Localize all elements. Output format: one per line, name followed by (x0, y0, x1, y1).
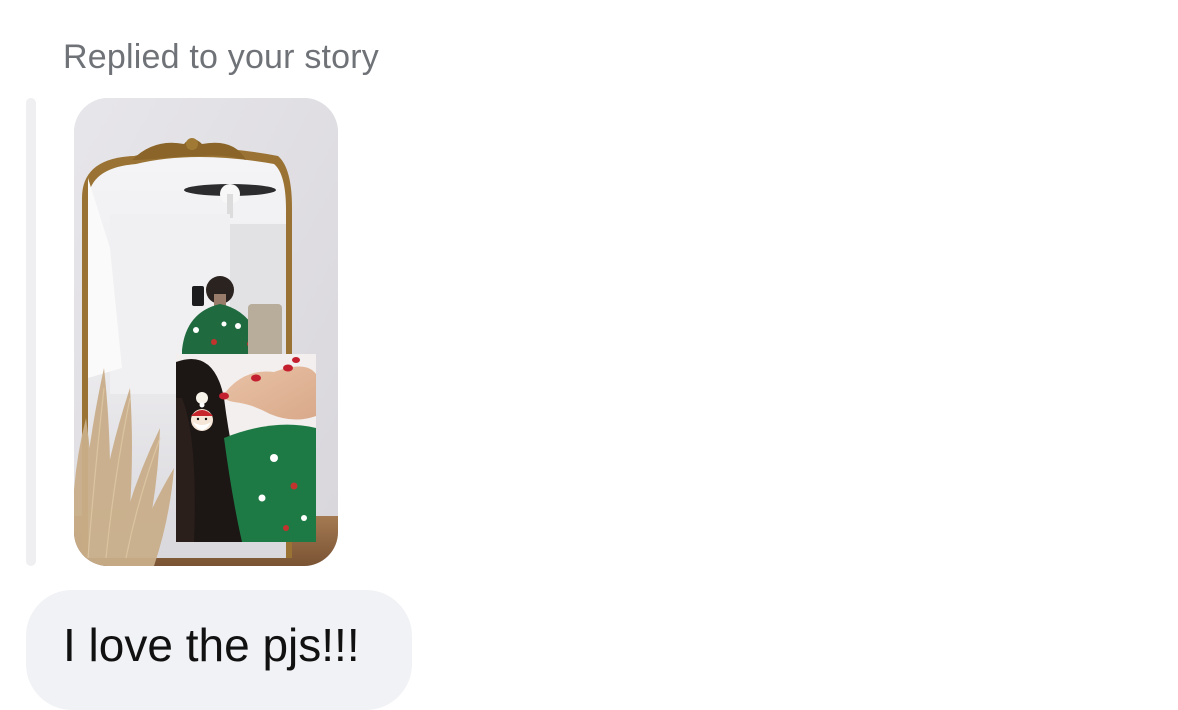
story-image-icon (74, 98, 338, 566)
message-text: I love the pjs!!! (63, 619, 360, 671)
story-thumbnail[interactable] (74, 98, 338, 566)
message-bubble[interactable]: I love the pjs!!! (26, 590, 412, 710)
reply-quote-bar (26, 98, 36, 566)
replied-to-story-label: Replied to your story (63, 38, 380, 76)
